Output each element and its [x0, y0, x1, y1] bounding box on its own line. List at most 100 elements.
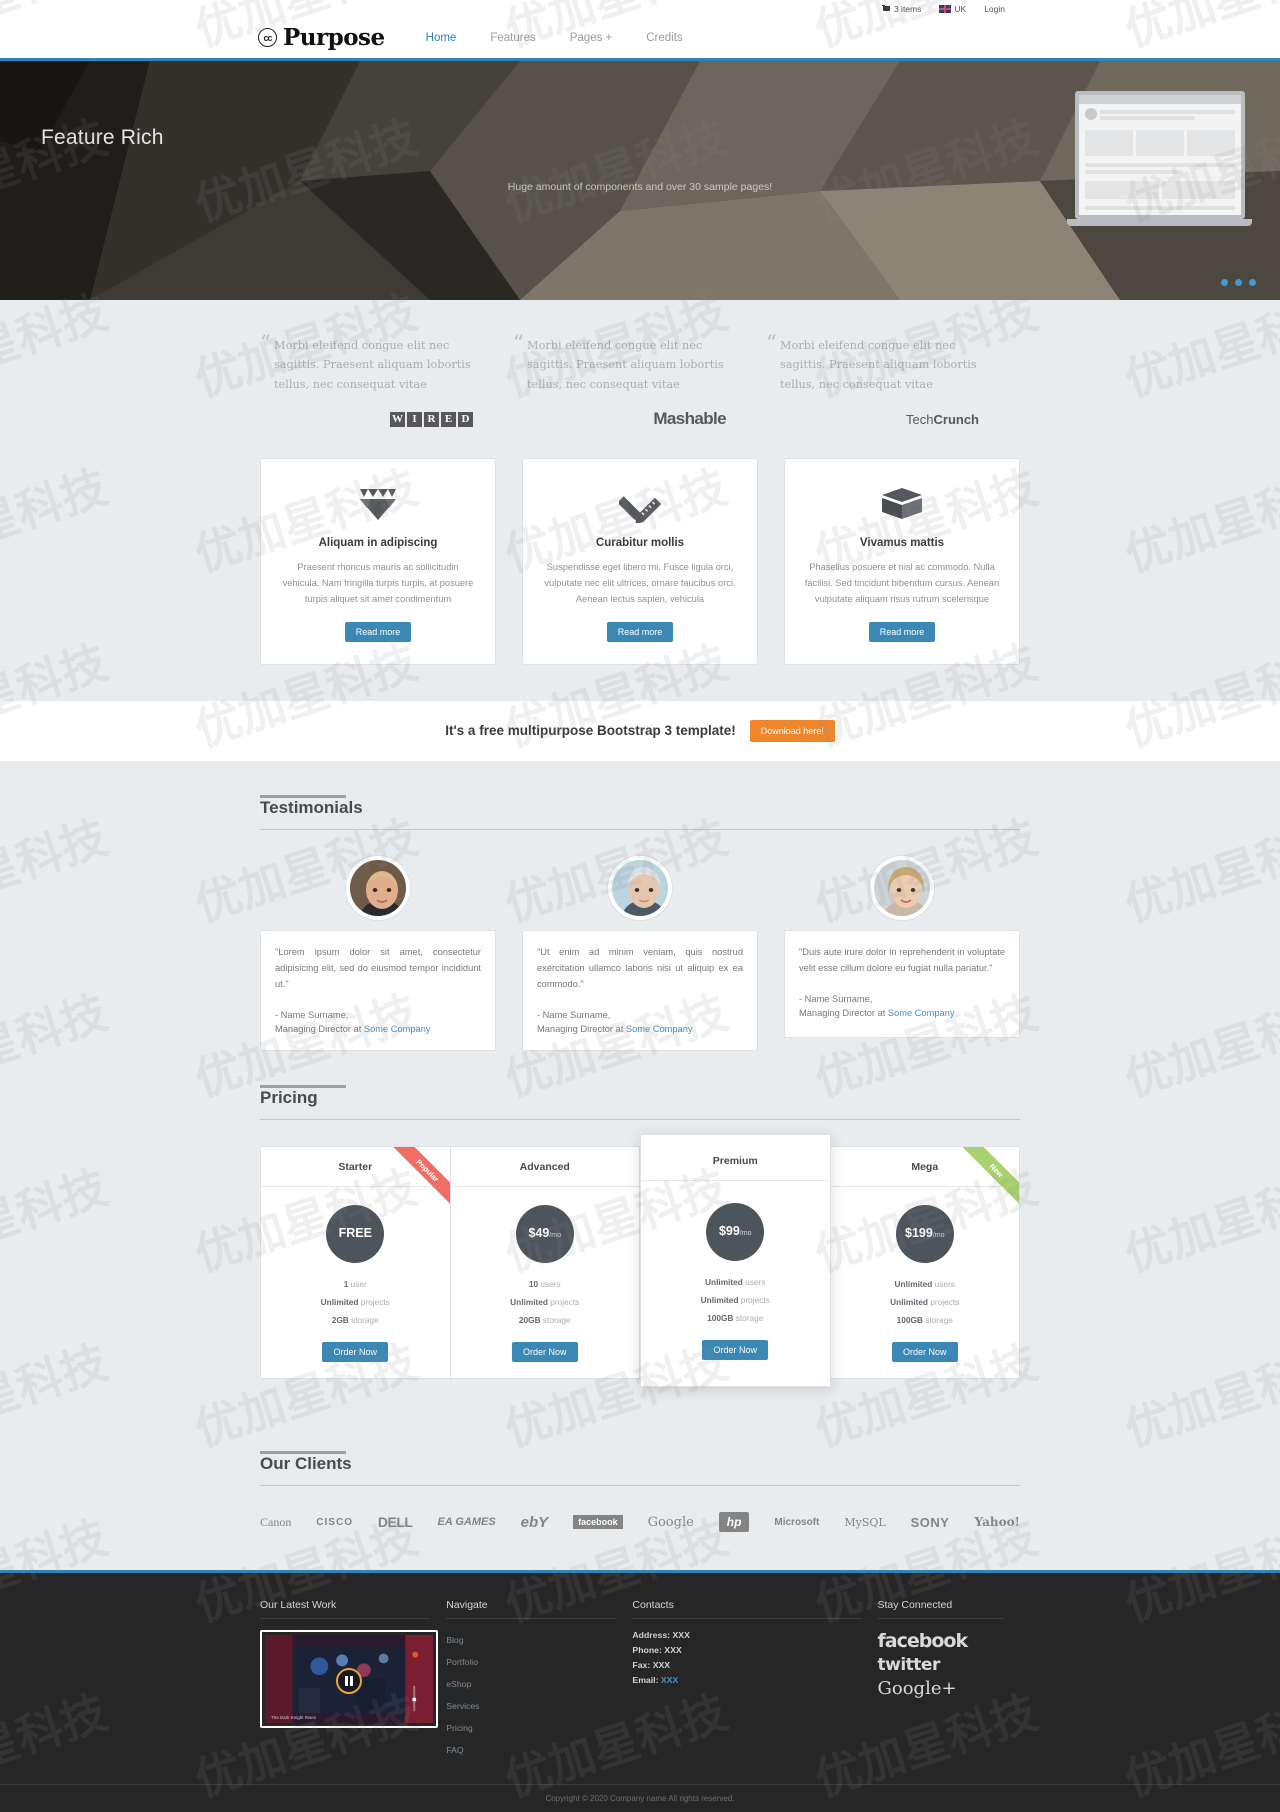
testimonial-card: "Ut enim ad minim veniam, quis nostrud e… — [522, 929, 758, 1052]
carousel-dot-3[interactable] — [1249, 279, 1256, 286]
nav-item-pages[interactable]: Pages + — [553, 16, 630, 60]
client-logo-hp: hp — [718, 1512, 750, 1533]
plan-period: /mo — [739, 1230, 752, 1238]
login-link[interactable]: Login — [984, 4, 1005, 14]
press-quotes-row: “ Morbi eleifend congue elit nec sagitti… — [260, 331, 1020, 436]
plan-feature-label: projects — [738, 1295, 770, 1306]
testimonial-author: - Name Surname, — [275, 1009, 349, 1020]
footer-link-pricing[interactable]: Pricing — [446, 1723, 473, 1733]
testimonial-company-link[interactable]: Some Company — [364, 1024, 431, 1034]
order-now-button[interactable]: Order Now — [322, 1342, 388, 1363]
testimonial-company-link[interactable]: Some Company — [626, 1024, 693, 1034]
brand-logo[interactable]: cc Purpose — [258, 24, 409, 51]
login-label[interactable]: Login — [984, 4, 1005, 14]
latest-work-video-thumb[interactable]: The Dark Knight Rises — [260, 1630, 438, 1729]
list-item: Services — [446, 1696, 632, 1714]
plan-feature-label: user — [348, 1279, 367, 1290]
press-quotes-section: “ Morbi eleifend congue elit nec sagitti… — [0, 300, 1280, 665]
press-logo-mashable: Mashable — [653, 409, 726, 429]
contact-label: Email: — [632, 1675, 659, 1686]
plan-feature: Unlimited projects — [261, 1297, 450, 1307]
carousel-indicators[interactable] — [1221, 279, 1256, 286]
copyright-text: Copyright © 2020 Company name All rights… — [0, 1784, 1280, 1812]
read-more-button[interactable]: Read more — [606, 621, 674, 642]
testimonial-quote: "Ut enim ad minim veniam, quis nostrud e… — [537, 946, 743, 989]
feature-box-vivamus: Vivamus mattis Phasellus posuere et nisl… — [784, 458, 1020, 665]
press-logo-wired: WIRED — [260, 402, 491, 436]
carousel-dot-2[interactable] — [1235, 279, 1242, 286]
facebook-link[interactable]: facebook — [878, 1630, 1021, 1652]
nav-item-features[interactable]: Features — [473, 16, 552, 60]
ribbon-popular: Popular — [376, 1147, 450, 1221]
plan-feature-label: projects — [358, 1297, 390, 1308]
client-logo-mysql: MySQL — [844, 1515, 886, 1529]
cart-indicator[interactable]: 3 items — [881, 3, 922, 14]
twitter-link[interactable]: twitter — [878, 1655, 1021, 1675]
googleplus-link[interactable]: Google+ — [878, 1678, 1021, 1699]
hero-carousel: Feature Rich Huge amount of components a… — [0, 61, 1280, 300]
hero-title: Feature Rich — [41, 126, 164, 149]
testimonials-section: Testimonials "Lorem ipsum dolor sit amet… — [0, 760, 1280, 1052]
pricing-plan-mega: Mega $199 /mo Unlimited users Unlimited … — [830, 1146, 1020, 1380]
plan-feature: 10 users — [451, 1279, 640, 1289]
testimonial-role: Managing Director at — [275, 1023, 364, 1034]
press-logo-techcrunch: TechCrunch — [906, 411, 979, 427]
read-more-button[interactable]: Read more — [868, 621, 936, 642]
client-logo-ebay: ebY — [520, 1513, 549, 1531]
plan-feature-label: storage — [540, 1315, 571, 1326]
testimonials-row: "Lorem ipsum dolor sit amet, consectetur… — [260, 855, 1020, 1052]
cart-item-count: 3 items — [893, 3, 922, 14]
plan-feature: 1 user — [261, 1279, 450, 1289]
pricing-plans-row: Starter FREE 1 user Unlimited projects 2… — [260, 1134, 1020, 1417]
testimonial-role: Managing Director at — [537, 1023, 626, 1034]
feature-title: Curabitur mollis — [595, 537, 685, 550]
download-button[interactable]: Download here! — [749, 719, 835, 742]
feature-description: Praesent rhoncus mauris ac sollicitudin … — [282, 562, 474, 604]
nav-item-credits[interactable]: Credits — [629, 16, 699, 60]
plan-feature-value: Unlimited — [705, 1277, 743, 1288]
press-quote-mashable: “ Morbi eleifend congue elit nec sagitti… — [513, 331, 766, 436]
footer-contacts: Contacts Address: XXX Phone: XXX Fax: XX… — [632, 1599, 877, 1762]
testimonial-role: Managing Director at — [799, 1007, 888, 1018]
client-logos-row: Canon CISCO DELL EA GAMES ebY facebook G… — [260, 1512, 1020, 1570]
language-selector[interactable]: UK — [939, 4, 966, 14]
footer-link-portfolio[interactable]: Portfolio — [446, 1657, 478, 1667]
footer-link-services[interactable]: Services — [446, 1701, 479, 1711]
order-now-button[interactable]: Order Now — [511, 1342, 578, 1363]
plan-feature-value: 100GB — [896, 1315, 923, 1326]
contact-email-link[interactable]: XXX — [661, 1675, 678, 1685]
pause-icon[interactable] — [336, 1668, 362, 1695]
diamond-icon — [279, 483, 477, 525]
nav-item-home[interactable]: Home — [409, 16, 474, 60]
plan-feature-value: 10 — [528, 1279, 539, 1290]
client-logo-dell: DELL — [377, 1514, 413, 1531]
plan-name: Advanced — [450, 1147, 639, 1188]
feature-title: Vivamus mattis — [859, 537, 945, 550]
pricing-plan-premium: Premium $99 /mo Unlimited users Unlimite… — [640, 1134, 831, 1388]
footer-link-eshop[interactable]: eShop — [446, 1679, 471, 1689]
open-box-icon — [803, 483, 1001, 525]
contact-fax: Fax: XXX — [632, 1660, 877, 1670]
press-quote-text: Morbi eleifend congue elit nec sagittis.… — [527, 339, 724, 391]
plan-feature-label: users — [742, 1277, 766, 1288]
footer-link-blog[interactable]: Blog — [446, 1635, 463, 1645]
feature-description: Phasellus posuere et nisl ac commodo. Nu… — [804, 562, 1000, 604]
order-now-button[interactable]: Order Now — [702, 1340, 768, 1361]
testimonial-item: "Ut enim ad minim veniam, quis nostrud e… — [522, 855, 758, 1052]
read-more-button[interactable]: Read more — [344, 621, 412, 642]
ribbon-label: Popular — [384, 1147, 450, 1214]
carousel-dot-1[interactable] — [1221, 279, 1228, 286]
plan-feature-label: users — [932, 1279, 955, 1290]
order-now-button[interactable]: Order Now — [891, 1342, 958, 1363]
plan-feature: 20GB storage — [451, 1315, 640, 1325]
quote-mark-icon: “ — [513, 331, 524, 355]
pencil-ruler-icon — [541, 483, 739, 525]
feature-boxes-row: Aliquam in adipiscing Praesent rhoncus m… — [260, 458, 1020, 665]
press-quote-text: Morbi eleifend congue elit nec sagittis.… — [780, 339, 977, 391]
footer-social: Stay Connected facebook twitter Google+ — [877, 1599, 1021, 1762]
plan-feature-label: storage — [348, 1315, 379, 1326]
testimonial-card: "Duis aute irure dolor in reprehenderit … — [784, 929, 1020, 1038]
testimonial-company-link[interactable]: Some Company — [888, 1008, 955, 1018]
footer-link-faq[interactable]: FAQ — [446, 1745, 463, 1755]
client-logo-canon: Canon — [260, 1514, 292, 1529]
